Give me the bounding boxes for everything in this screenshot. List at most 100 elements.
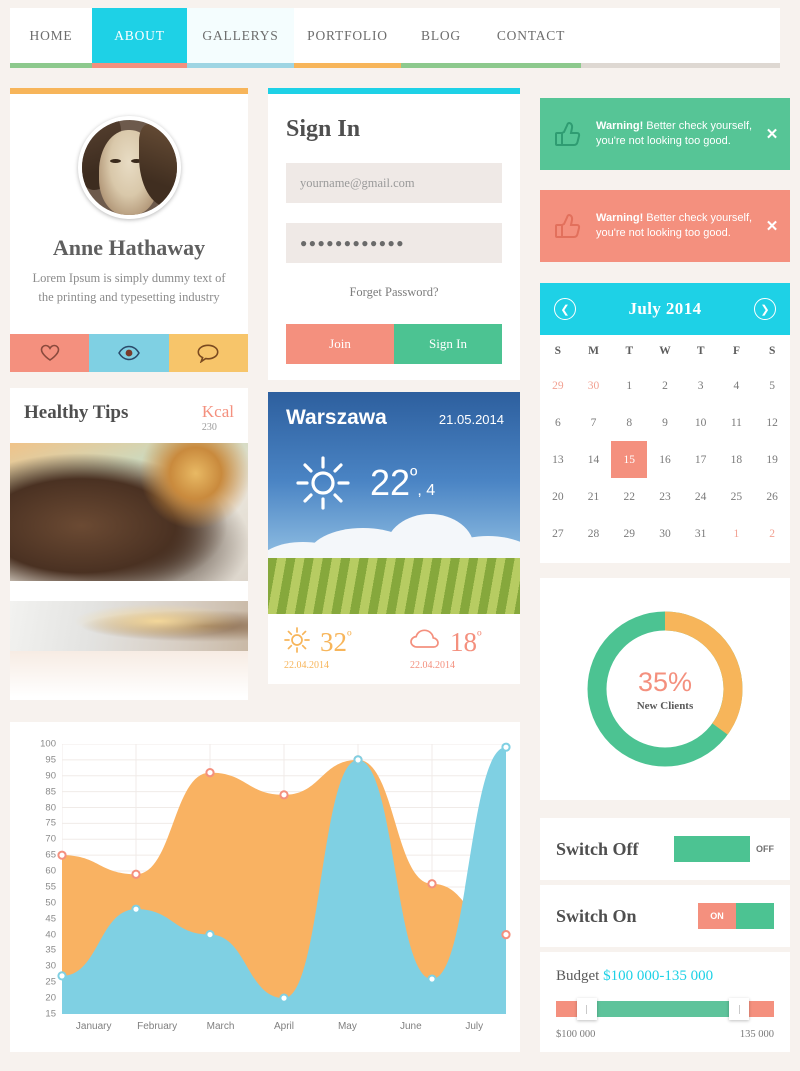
- calendar-widget: ❮ July 2014 ❯ SMTWTFS 29 30 1 2 3 4 5 6 7 8 9 10 11 1…: [540, 283, 790, 563]
- calendar-day[interactable]: 7: [576, 404, 612, 441]
- calendar-day[interactable]: 11: [719, 404, 755, 441]
- nav-item-blog[interactable]: BLOG: [401, 8, 481, 63]
- chart-point[interactable]: [501, 742, 511, 752]
- switch-off-row: Switch Off OFF: [540, 818, 790, 880]
- calendar-day[interactable]: 17: [683, 441, 719, 478]
- nav-item-home[interactable]: HOME: [10, 8, 92, 63]
- budget-range-slider[interactable]: [556, 998, 774, 1020]
- signin-card: Sign In yourname@gmail.com ●●●●●●●●●●●● …: [268, 88, 520, 380]
- chart-y-tick: 35: [45, 944, 56, 956]
- chart-x-tick: June: [399, 1021, 422, 1032]
- donut-percent: 35%: [637, 666, 693, 697]
- calendar-day[interactable]: 20: [540, 478, 576, 515]
- calendar-day[interactable]: 26: [754, 478, 790, 515]
- calendar-day[interactable]: 10: [683, 404, 719, 441]
- chart-y-tick: 75: [45, 817, 56, 829]
- calendar-day[interactable]: 23: [647, 478, 683, 515]
- join-button[interactable]: Join: [286, 324, 394, 364]
- chart-point[interactable]: [427, 879, 437, 889]
- nav-underline: [10, 63, 780, 68]
- signin-button[interactable]: Sign In: [394, 324, 502, 364]
- chart-point[interactable]: [131, 869, 141, 879]
- chart-point[interactable]: [131, 904, 141, 914]
- calendar-day[interactable]: 4: [719, 367, 755, 404]
- sun-icon: [284, 627, 310, 658]
- calendar-day[interactable]: 5: [754, 367, 790, 404]
- nav-item-about[interactable]: ABOUT: [92, 8, 187, 63]
- chart-point[interactable]: [427, 974, 437, 984]
- forecast-date: 22.04.2014: [284, 660, 329, 671]
- chart-point[interactable]: [57, 850, 67, 860]
- calendar-day[interactable]: 6: [540, 404, 576, 441]
- forecast-temperature: 18º: [450, 627, 482, 657]
- chart-point[interactable]: [353, 755, 363, 765]
- comment-icon: [197, 343, 219, 363]
- avatar: [77, 116, 181, 219]
- calendar-day[interactable]: 18: [719, 441, 755, 478]
- calendar-day[interactable]: 2: [754, 515, 790, 552]
- alert-close-button[interactable]: ✕: [754, 217, 790, 235]
- calendar-day[interactable]: 16: [647, 441, 683, 478]
- calendar-day[interactable]: 27: [540, 515, 576, 552]
- calendar-day[interactable]: 30: [576, 367, 612, 404]
- chart-y-tick: 15: [45, 1008, 56, 1020]
- chart-point[interactable]: [57, 971, 67, 981]
- profile-top-accent: [10, 88, 248, 94]
- calendar-day[interactable]: 25: [719, 478, 755, 515]
- calendar-day[interactable]: 12: [754, 404, 790, 441]
- slider-handle-max[interactable]: [729, 998, 750, 1020]
- calendar-day[interactable]: 9: [647, 404, 683, 441]
- calendar-day[interactable]: 24: [683, 478, 719, 515]
- calendar-day[interactable]: 29: [540, 367, 576, 404]
- dashboard-page: HOME ABOUT GALLERYS PORTFOLIO BLOG CONTACT An…: [0, 0, 800, 1071]
- calendar-day[interactable]: 1: [719, 515, 755, 552]
- calendar-day[interactable]: 30: [647, 515, 683, 552]
- nav-underline-blog: [401, 63, 481, 68]
- password-field[interactable]: ●●●●●●●●●●●●: [286, 223, 502, 263]
- email-field[interactable]: yourname@gmail.com: [286, 163, 502, 203]
- chart-point[interactable]: [205, 929, 215, 940]
- weather-date: 21.05.2014: [438, 412, 504, 427]
- calendar-day[interactable]: 28: [576, 515, 612, 552]
- forgot-password-link[interactable]: Forget Password?: [268, 285, 520, 300]
- avatar-wrap: [10, 116, 248, 219]
- nav-item-gallerys[interactable]: GALLERYS: [187, 8, 294, 63]
- alert-close-button[interactable]: ✕: [754, 125, 790, 143]
- profile-action-eye[interactable]: [89, 334, 169, 372]
- calendar-day-selected[interactable]: 15: [611, 441, 648, 478]
- chevron-right-icon[interactable]: ❯: [754, 298, 776, 320]
- calendar-day[interactable]: 19: [754, 441, 790, 478]
- profile-action-heart[interactable]: [10, 334, 90, 372]
- calendar-day[interactable]: 31: [683, 515, 719, 552]
- chart-point[interactable]: [205, 767, 215, 778]
- slider-handle-min[interactable]: [576, 998, 597, 1020]
- calendar-day[interactable]: 13: [540, 441, 576, 478]
- calendar-day[interactable]: 29: [611, 515, 647, 552]
- switch-on-label: Switch On: [556, 905, 637, 926]
- toggle-switch-off[interactable]: [674, 836, 750, 862]
- chevron-left-icon[interactable]: ❮: [554, 298, 576, 320]
- calendar-day[interactable]: 21: [576, 478, 612, 515]
- tips-divider: [10, 581, 248, 601]
- toggle-switch-on[interactable]: ON: [698, 903, 774, 929]
- calendar-day[interactable]: 2: [647, 367, 683, 404]
- heart-icon: [40, 344, 59, 361]
- nav-item-contact[interactable]: CONTACT: [481, 8, 581, 63]
- profile-bio: Lorem Ipsum is simply dummy text of the …: [32, 271, 226, 304]
- calendar-day[interactable]: 1: [611, 367, 647, 404]
- nav-underline-gallerys: [187, 63, 294, 68]
- chart-point[interactable]: [279, 993, 289, 1003]
- calendar-day[interactable]: 14: [576, 441, 612, 478]
- calendar-day[interactable]: 3: [683, 367, 719, 404]
- nav-item-portfolio[interactable]: PORTFOLIO: [294, 8, 401, 63]
- chart-point[interactable]: [279, 790, 289, 800]
- calendar-day[interactable]: 22: [611, 478, 647, 515]
- main-navigation: HOME ABOUT GALLERYS PORTFOLIO BLOG CONTACT: [10, 8, 780, 68]
- switch-off-label: Switch Off: [556, 838, 639, 859]
- chart-point[interactable]: [501, 929, 511, 940]
- donut-sublabel: New Clients: [636, 699, 694, 712]
- chart-y-tick: 40: [45, 929, 56, 941]
- profile-action-comment[interactable]: [168, 334, 248, 372]
- calendar-day[interactable]: 8: [611, 404, 647, 441]
- chart-x-tick: February: [137, 1021, 178, 1032]
